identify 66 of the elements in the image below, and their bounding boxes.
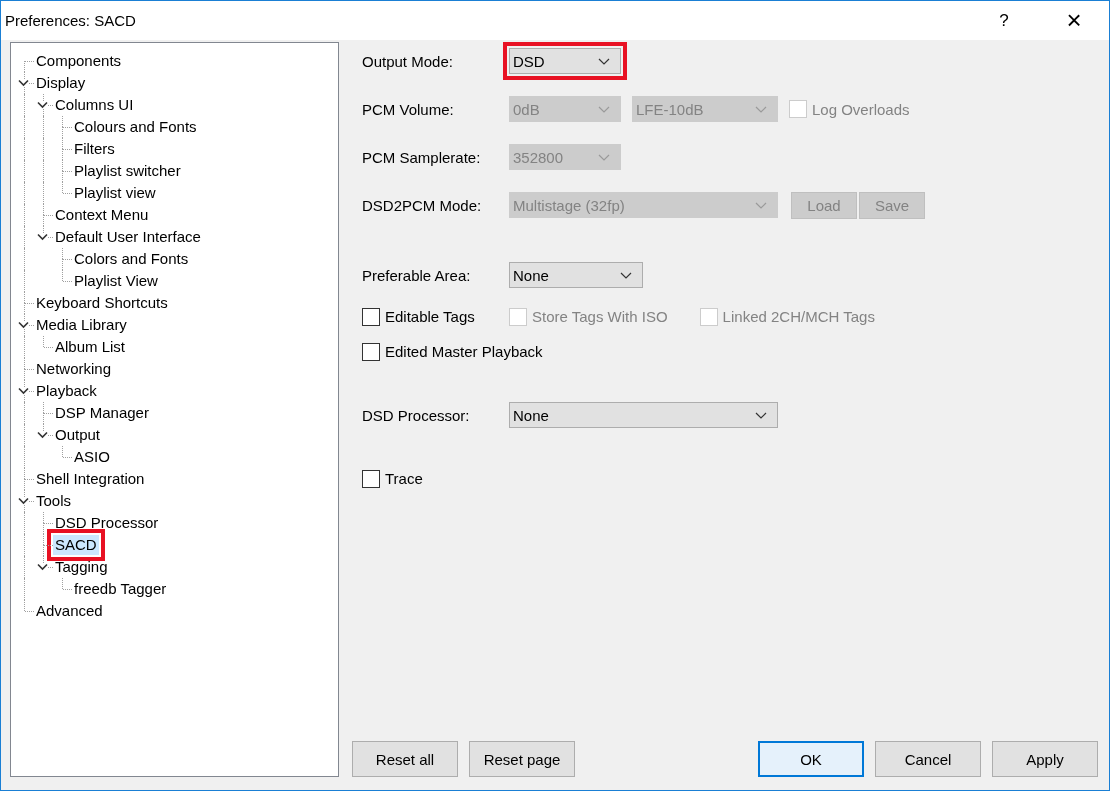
chevron-down-icon <box>755 201 767 209</box>
field-label: DSD Processor: <box>362 406 471 424</box>
tree-item[interactable]: Tagging <box>53 557 110 577</box>
tree-item[interactable]: Default User Interface <box>53 227 203 247</box>
tree-item[interactable]: Display <box>34 73 88 93</box>
tree-item[interactable]: Keyboard Shortcuts <box>34 293 170 313</box>
close-button[interactable]: × <box>1051 1 1097 40</box>
checkbox[interactable] <box>362 307 380 326</box>
checkbox-label: Linked 2CH/MCH Tags <box>722 308 875 325</box>
checkbox[interactable] <box>362 469 380 488</box>
tree-item[interactable]: Playlist switcher <box>72 161 183 181</box>
checkbox-label: Editable Tags <box>385 308 475 325</box>
window-title: Preferences: SACD <box>4 12 137 29</box>
chevron-down-icon[interactable] <box>18 321 29 329</box>
chevron-down-icon[interactable] <box>18 497 29 505</box>
tree-item[interactable]: Playlist View <box>72 271 160 291</box>
chevron-down-icon <box>598 105 610 113</box>
tree-item[interactable]: freedb Tagger <box>72 579 169 599</box>
dropdown[interactable]: None <box>509 402 778 428</box>
field-label: Output Mode: <box>362 52 454 70</box>
chevron-down-icon[interactable] <box>37 431 48 439</box>
chevron-down-icon <box>598 153 610 161</box>
chevron-down-icon <box>755 105 767 113</box>
tree-item[interactable]: Columns UI <box>53 95 136 115</box>
field-label: Preferable Area: <box>362 266 472 284</box>
checkbox-label: Store Tags With ISO <box>532 308 668 325</box>
chevron-down-icon <box>598 57 610 65</box>
dropdown[interactable]: DSD <box>509 48 621 74</box>
dialog-button[interactable]: Reset page <box>469 741 575 777</box>
tree-item[interactable]: Filters <box>72 139 117 159</box>
chevron-down-icon[interactable] <box>37 101 48 109</box>
chevron-down-icon[interactable] <box>18 387 29 395</box>
chevron-down-icon[interactable] <box>18 79 29 87</box>
chevron-down-icon <box>755 411 767 419</box>
dialog-button[interactable]: OK <box>758 741 864 777</box>
tree-item[interactable]: Colours and Fonts <box>72 117 199 137</box>
checkbox-label: Edited Master Playback <box>385 343 543 360</box>
tree-item[interactable]: Playlist view <box>72 183 158 203</box>
chevron-down-icon[interactable] <box>37 563 48 571</box>
tree-item[interactable]: DSP Manager <box>53 403 151 423</box>
tree-item[interactable]: Components <box>34 51 124 71</box>
dialog-button[interactable]: Cancel <box>875 741 981 777</box>
dialog-button[interactable]: Apply <box>992 741 1098 777</box>
tree-item[interactable]: Colors and Fonts <box>72 249 191 269</box>
tree-item[interactable]: Shell Integration <box>34 469 147 489</box>
tree-item[interactable]: Context Menu <box>53 205 151 225</box>
tree-item[interactable]: Advanced <box>34 601 105 621</box>
tree-item[interactable]: Networking <box>34 359 114 379</box>
tree-item[interactable]: Tools <box>34 491 74 511</box>
dropdown[interactable]: None <box>509 262 643 288</box>
help-button[interactable]: ? <box>981 1 1027 40</box>
tree-item[interactable]: ASIO <box>72 447 112 467</box>
field-label: PCM Volume: <box>362 100 455 118</box>
field-label: PCM Samplerate: <box>362 148 482 166</box>
dialog-button[interactable]: Reset all <box>352 741 458 777</box>
tree-item[interactable]: Output <box>53 425 103 445</box>
chevron-down-icon <box>620 271 632 279</box>
tree-item[interactable]: DSD Processor <box>53 513 161 533</box>
checkbox-label: Log Overloads <box>812 100 910 118</box>
tree-item[interactable]: Media Library <box>34 315 129 335</box>
checkbox[interactable] <box>362 342 380 361</box>
checkbox-label: Trace <box>385 470 423 487</box>
tree-item[interactable]: Playback <box>34 381 99 401</box>
chevron-down-icon[interactable] <box>37 233 48 241</box>
field-label: DSD2PCM Mode: <box>362 196 483 214</box>
tree-item[interactable]: Album List <box>53 337 128 357</box>
